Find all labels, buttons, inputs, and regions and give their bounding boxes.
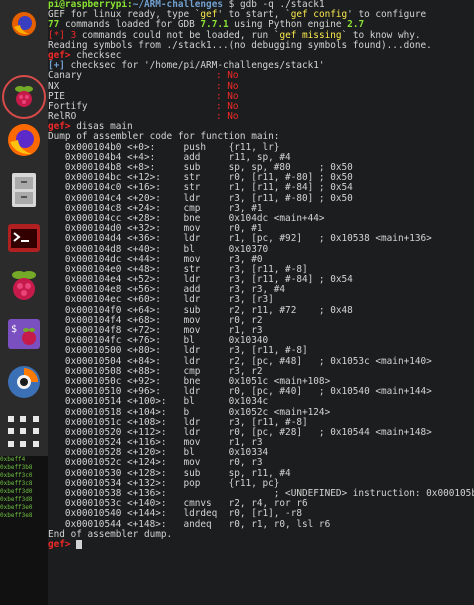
- peek-line: 0xbeff3c0: [0, 472, 33, 479]
- firefox-icon[interactable]: [4, 4, 44, 44]
- background-terminal-peek: 0xbeff4 0xbeff3b8 0xbeff3c0 0xbeff3c8 0x…: [0, 456, 48, 605]
- asm-line: 0x00010514 <+100>: bl 0x1034c: [48, 396, 269, 408]
- firefox-icon-2[interactable]: [4, 120, 44, 160]
- asm-line: 0x000104d4 <+36>: ldr r1, [pc, #92] ; 0x…: [48, 233, 432, 245]
- checksec-row: Fortify: No: [48, 100, 239, 112]
- checksec-table: Canary: No NX: No PIE: No Fortify: No RelRO:…: [48, 71, 474, 122]
- checksec-row: NX: No: [48, 80, 239, 92]
- peek-line: 0xbeff4: [0, 456, 26, 463]
- terminal-icon[interactable]: [4, 218, 44, 258]
- dump-end: End of assembler dump.: [48, 528, 173, 540]
- peek-line: 0xbeff3c8: [0, 480, 33, 487]
- terminal-window[interactable]: pi@raspberrypi:~/ARM-challenges $ gdb -q…: [48, 0, 474, 605]
- file-cabinet-icon[interactable]: [4, 170, 44, 210]
- peek-line: 0xbeff3d0: [0, 488, 33, 495]
- cursor: [76, 539, 83, 549]
- apps-grid-icon[interactable]: [8, 416, 40, 448]
- gef-prompt: gef>: [48, 538, 71, 550]
- final-prompt-line[interactable]: gef>: [48, 538, 474, 550]
- checksec-row: PIE: No: [48, 90, 239, 102]
- terminal-raspberry-icon[interactable]: $: [4, 314, 44, 354]
- svg-text:$: $: [11, 324, 17, 335]
- dock: $ 0xbeff4 0xbeff3b8 0xbeff3c0 0xbeff3c8 …: [0, 0, 48, 605]
- peek-line: 0xbeff3b8: [0, 464, 33, 471]
- checksec-row: Canary: No: [48, 70, 239, 82]
- chromium-icon[interactable]: [4, 362, 44, 402]
- peek-line: 0xbeff3e0: [0, 504, 33, 511]
- peek-line: 0xbeff3d8: [0, 496, 33, 503]
- peek-line: 0xbeff3e8: [0, 512, 33, 519]
- raspberry-pi-logo-icon[interactable]: [4, 266, 44, 306]
- raspberry-pi-icon[interactable]: [2, 75, 46, 119]
- assembler-listing: 0x000104b0 <+0>: push {r11, lr} 0x000104…: [48, 142, 474, 530]
- checksec-header: [+] checksec for '/home/pi/ARM-challenge…: [48, 60, 325, 72]
